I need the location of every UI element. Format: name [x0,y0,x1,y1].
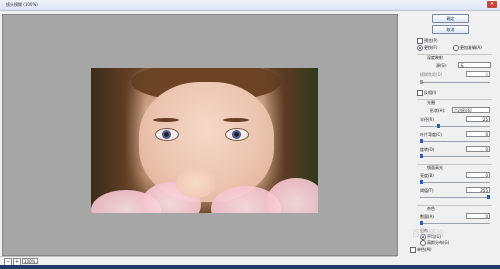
preview-canvas[interactable] [2,14,398,256]
threshold-slider-knob[interactable] [487,195,490,199]
amount-field[interactable]: 0 [466,213,490,219]
rotation-slider[interactable] [420,154,490,158]
settings-panel: 确定 取消 预览(P) 更快(F) 更加准确(A) 深度映射 源(S): 无 模… [400,10,500,260]
monochrome-label: 单色(M) [417,247,432,252]
noise-heading: 杂色 [427,206,435,211]
amount-slider[interactable] [420,221,490,225]
more-accurate-label: 更加准确(A) [460,45,482,50]
threshold-field[interactable]: 255 [466,187,490,193]
blur-focus-label: 模糊焦距(D) [420,72,443,77]
blur-focus-slider[interactable] [420,80,490,84]
curvature-field[interactable]: 0 [466,131,490,137]
preview-image [91,68,318,213]
invert-checkbox[interactable] [417,90,423,96]
preview-checkbox[interactable] [417,38,423,44]
curvature-label: 叶片弯度(C) [420,132,442,137]
invert-label: 反相(I) [424,90,437,95]
window-title: 镜头模糊 (100%) [6,2,38,7]
monochrome-checkbox[interactable] [410,247,416,253]
gaussian-label: 高斯分布(G) [427,240,450,245]
specular-heading: 镜面高光 [427,165,443,170]
depth-map-heading: 深度映射 [427,55,443,60]
cancel-button[interactable]: 取消 [432,25,469,34]
amount-label: 数量(A) [420,214,434,219]
brightness-field[interactable]: 0 [466,172,490,178]
gaussian-radio[interactable] [420,240,426,246]
curvature-slider[interactable] [420,139,490,143]
ok-button[interactable]: 确定 [432,14,469,23]
radius-slider-knob[interactable] [436,124,440,128]
shape-select[interactable]: 六边形(6) [452,107,490,113]
radius-slider[interactable] [420,124,490,128]
close-icon[interactable]: × [487,1,497,8]
brightness-label: 亮度(B) [420,173,434,178]
rotation-field[interactable]: 0 [466,146,490,152]
taskbar [0,265,500,269]
blur-focus-field[interactable]: 0 [466,71,490,77]
zoom-field[interactable]: 100% [22,258,38,264]
more-accurate-radio[interactable] [453,45,459,51]
watermark: 百度经验 [412,229,444,238]
brightness-slider[interactable] [420,180,490,184]
faster-label: 更快(F) [424,45,438,50]
shape-label: 形状(H): [430,108,446,113]
radius-label: 半径(R) [420,117,434,122]
iris-heading: 光圈 [427,100,435,105]
threshold-label: 阈值(T) [420,188,434,193]
preview-label: 预览(P) [424,38,438,43]
radius-field[interactable]: 25 [466,116,490,122]
source-select[interactable]: 无 [458,62,491,68]
rotation-label: 旋转(O) [420,147,435,152]
faster-radio[interactable] [417,45,423,51]
source-label: 源(S): [436,63,448,68]
threshold-slider[interactable] [420,195,490,199]
